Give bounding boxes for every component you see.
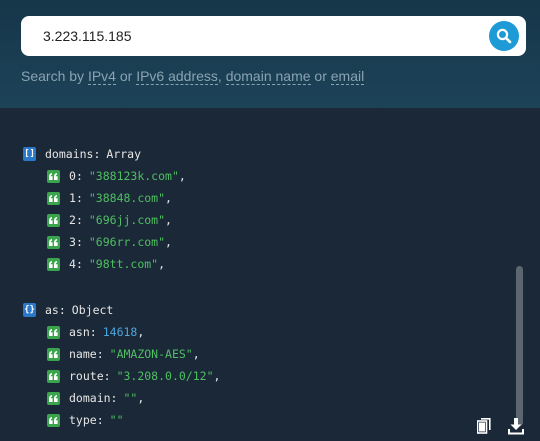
json-colon: :	[75, 169, 83, 183]
json-string-value: "AMAZON-AES"	[109, 347, 193, 361]
scrollbar-thumb[interactable]	[516, 266, 523, 426]
download-button[interactable]	[506, 416, 526, 436]
quote-icon	[47, 257, 60, 271]
json-array-item[interactable]: 3: "696rr.com",	[47, 232, 172, 252]
json-colon: :	[75, 257, 83, 271]
search-box	[21, 16, 526, 56]
json-key: 4	[69, 257, 76, 271]
json-string-value: "696rr.com"	[88, 235, 166, 249]
quote-icon	[47, 235, 60, 249]
json-object-field[interactable]: asn: 14618,	[47, 322, 144, 342]
json-colon: :	[93, 147, 101, 161]
hint-ipv6-link[interactable]: IPv6 address	[136, 68, 218, 85]
json-string-value: "98tt.com"	[88, 257, 159, 271]
json-key: type	[69, 413, 97, 427]
hint-email-link[interactable]: email	[330, 68, 365, 85]
json-number-value: 14618	[102, 325, 138, 339]
json-comma: ,	[137, 391, 145, 405]
json-colon: :	[96, 347, 104, 361]
json-colon: :	[103, 369, 111, 383]
json-type: Object	[71, 303, 114, 317]
json-array-item[interactable]: 2: "696jj.com",	[47, 210, 172, 230]
hint-ipv4-link[interactable]: IPv4	[87, 68, 116, 85]
quote-icon	[47, 347, 60, 361]
json-key: 2	[69, 213, 76, 227]
json-string-value: "696jj.com"	[88, 213, 166, 227]
json-result-view: [] domains: Array 0: "388123k.com", 1: "…	[0, 108, 540, 441]
search-panel: Search by IPv4 or IPv6 address, domain n…	[0, 0, 540, 108]
json-colon: :	[96, 413, 104, 427]
json-comma: ,	[158, 257, 166, 271]
download-icon	[508, 417, 524, 434]
json-object-field[interactable]: name: "AMAZON-AES",	[47, 344, 200, 364]
search-icon	[496, 28, 512, 44]
json-comma: ,	[165, 235, 172, 249]
json-key: domains	[45, 147, 94, 161]
hint-prefix: Search by	[21, 68, 85, 84]
json-array-item[interactable]: 0: "388123k.com",	[47, 166, 186, 186]
json-object-field[interactable]: route: "3.208.0.0/12",	[47, 366, 220, 386]
json-key: domain	[69, 391, 111, 405]
json-string-value: ""	[109, 413, 124, 427]
json-key: 1	[69, 191, 76, 205]
json-string-value: "38848.com"	[88, 191, 166, 205]
json-colon: :	[75, 213, 83, 227]
json-colon: :	[110, 391, 118, 405]
quote-icon	[47, 369, 60, 383]
json-comma: ,	[178, 169, 186, 183]
json-key: as	[45, 303, 59, 317]
json-key: route	[69, 369, 104, 383]
json-string-value: "3.208.0.0/12"	[116, 369, 214, 383]
json-object-field[interactable]: type: ""	[47, 410, 124, 430]
hint-separator: ,	[217, 68, 222, 84]
quote-icon	[47, 413, 60, 427]
hint-or: or	[119, 68, 133, 84]
json-key: 3	[69, 235, 76, 249]
copy-button[interactable]	[474, 416, 494, 436]
json-key: asn	[69, 325, 90, 339]
object-icon: {}	[23, 303, 36, 317]
json-array-item[interactable]: 4: "98tt.com",	[47, 254, 165, 274]
json-string-value: "388123k.com"	[88, 169, 179, 183]
quote-icon	[47, 391, 60, 405]
json-comma: ,	[213, 369, 221, 383]
json-object-field[interactable]: domain: "",	[47, 388, 144, 408]
json-type: Array	[106, 147, 142, 161]
json-key: name	[69, 347, 97, 361]
search-button[interactable]	[489, 21, 519, 51]
json-key: 0	[69, 169, 76, 183]
json-comma: ,	[137, 325, 145, 339]
search-hint: Search by IPv4 or IPv6 address, domain n…	[21, 68, 365, 85]
json-string-value: ""	[123, 391, 138, 405]
json-node-as[interactable]: {} as: Object	[23, 300, 113, 320]
quote-icon	[47, 191, 60, 205]
quote-icon	[47, 325, 60, 339]
json-comma: ,	[165, 213, 172, 227]
json-comma: ,	[165, 191, 172, 205]
copy-icon	[477, 418, 491, 434]
json-colon: :	[89, 325, 97, 339]
hint-or: or	[314, 68, 327, 84]
json-colon: :	[75, 191, 83, 205]
json-array-item[interactable]: 1: "38848.com",	[47, 188, 172, 208]
hint-domain-link[interactable]: domain name	[225, 68, 311, 85]
quote-icon	[47, 169, 60, 183]
json-colon: :	[75, 235, 83, 249]
json-colon: :	[58, 303, 66, 317]
json-comma: ,	[192, 347, 200, 361]
array-icon: []	[23, 147, 36, 161]
quote-icon	[47, 213, 60, 227]
json-node-domains[interactable]: [] domains: Array	[23, 144, 141, 164]
search-input[interactable]	[21, 16, 481, 56]
